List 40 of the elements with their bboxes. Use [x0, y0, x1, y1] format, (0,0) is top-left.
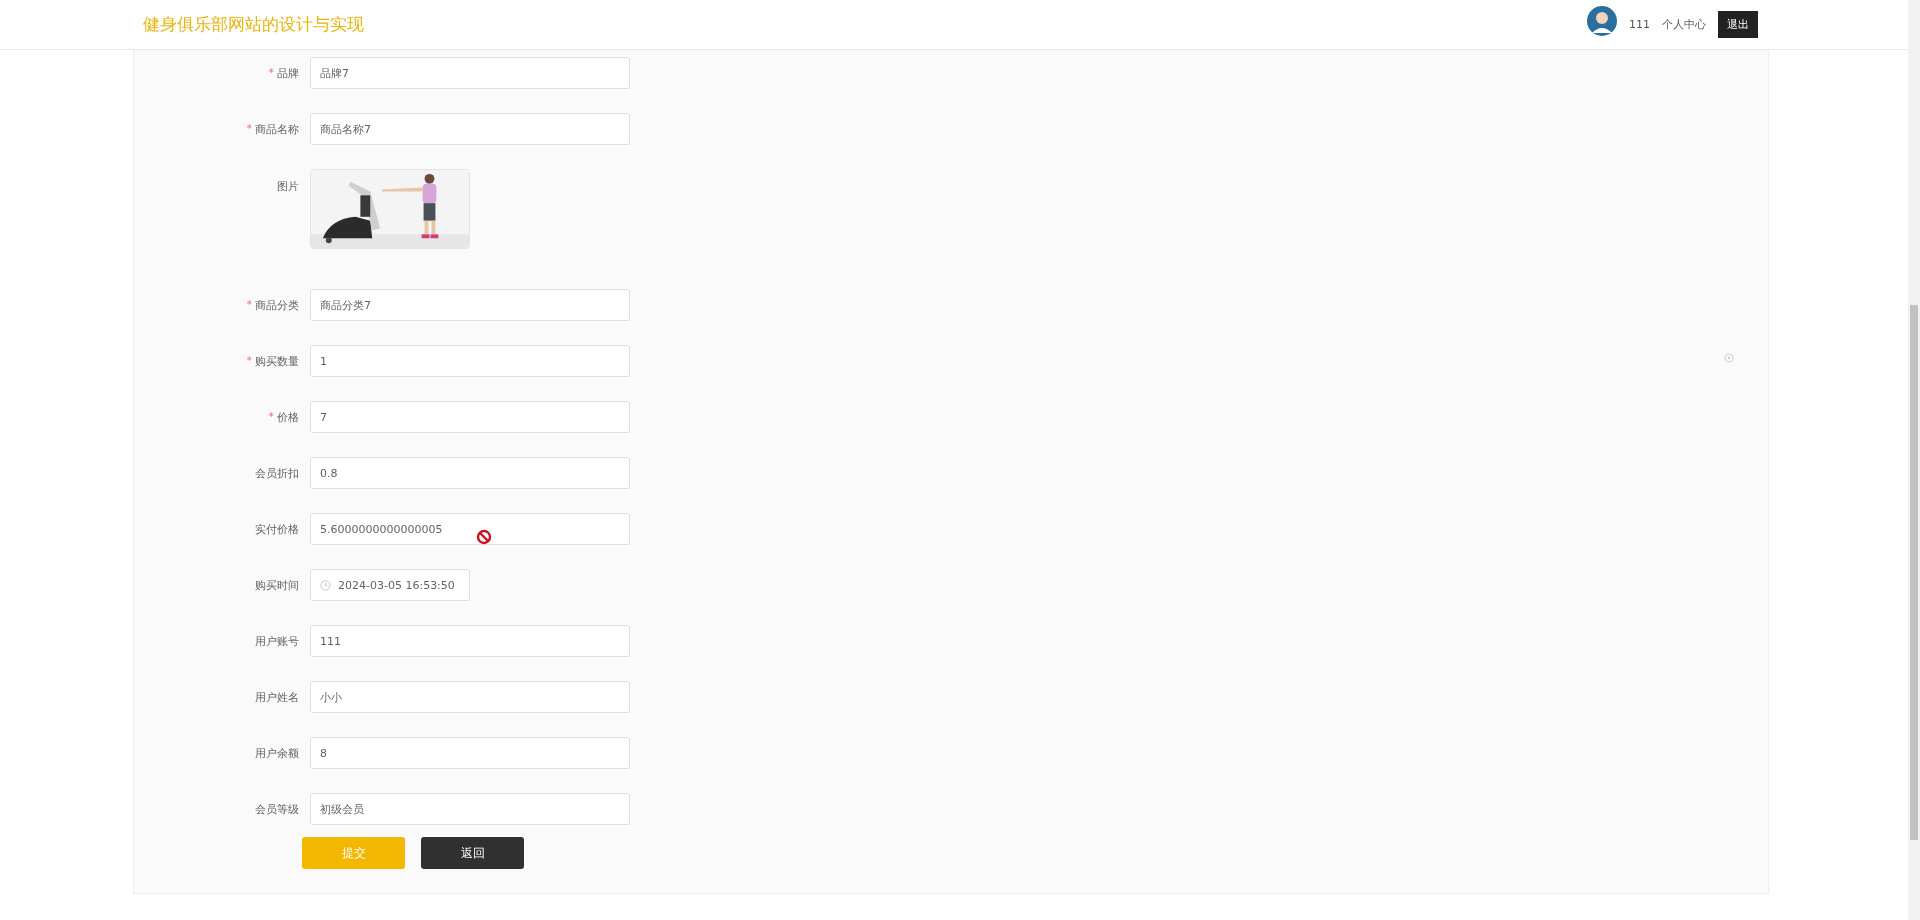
input-field[interactable]: 小小	[310, 681, 630, 713]
field-label: 购买时间	[255, 577, 299, 593]
input-field[interactable]: 8	[310, 737, 630, 769]
field-label: 实付价格	[255, 521, 299, 537]
field-label: 品牌	[277, 65, 299, 81]
input-field[interactable]: 商品名称7	[310, 113, 630, 145]
required-mark: *	[246, 297, 252, 313]
input-field[interactable]: 7	[310, 401, 630, 433]
site-title: 健身俱乐部网站的设计与实现	[143, 13, 364, 36]
required-mark: *	[268, 65, 274, 81]
input-field[interactable]: 商品分类7	[310, 289, 630, 321]
input-field[interactable]: 初级会员	[310, 793, 630, 825]
input-field[interactable]: 品牌7	[310, 57, 630, 89]
field-label: 用户账号	[255, 633, 299, 649]
field-label: 购买数量	[255, 353, 299, 369]
date-time-field[interactable]: 2024-03-05 16:53:50	[310, 569, 470, 601]
logout-button[interactable]: 退出	[1718, 11, 1758, 38]
input-field[interactable]: 1	[310, 345, 630, 377]
field-label: 用户姓名	[255, 689, 299, 705]
username: 111	[1629, 18, 1650, 31]
required-mark: *	[246, 121, 252, 137]
avatar-icon	[1587, 5, 1617, 36]
profile-link[interactable]: 个人中心	[1662, 17, 1706, 32]
input-field[interactable]: 5.6000000000000005	[310, 513, 630, 545]
field-label: 价格	[277, 409, 299, 425]
not-allowed-cursor-icon	[476, 529, 492, 545]
clock-icon	[320, 579, 331, 591]
input-field[interactable]: 111	[310, 625, 630, 657]
field-label: 商品名称	[255, 121, 299, 137]
field-label: 会员等级	[255, 801, 299, 817]
form-button[interactable]: 返回	[421, 837, 524, 869]
required-mark: *	[268, 409, 274, 425]
field-label: 会员折扣	[255, 465, 299, 481]
field-label: 商品分类	[255, 297, 299, 313]
field-label: 用户余额	[255, 745, 299, 761]
required-mark: *	[246, 353, 252, 369]
scrollbar[interactable]	[1908, 0, 1920, 920]
field-label: 图片	[277, 179, 299, 194]
circle-icon	[1724, 353, 1734, 363]
input-field[interactable]: 0.8	[310, 457, 630, 489]
